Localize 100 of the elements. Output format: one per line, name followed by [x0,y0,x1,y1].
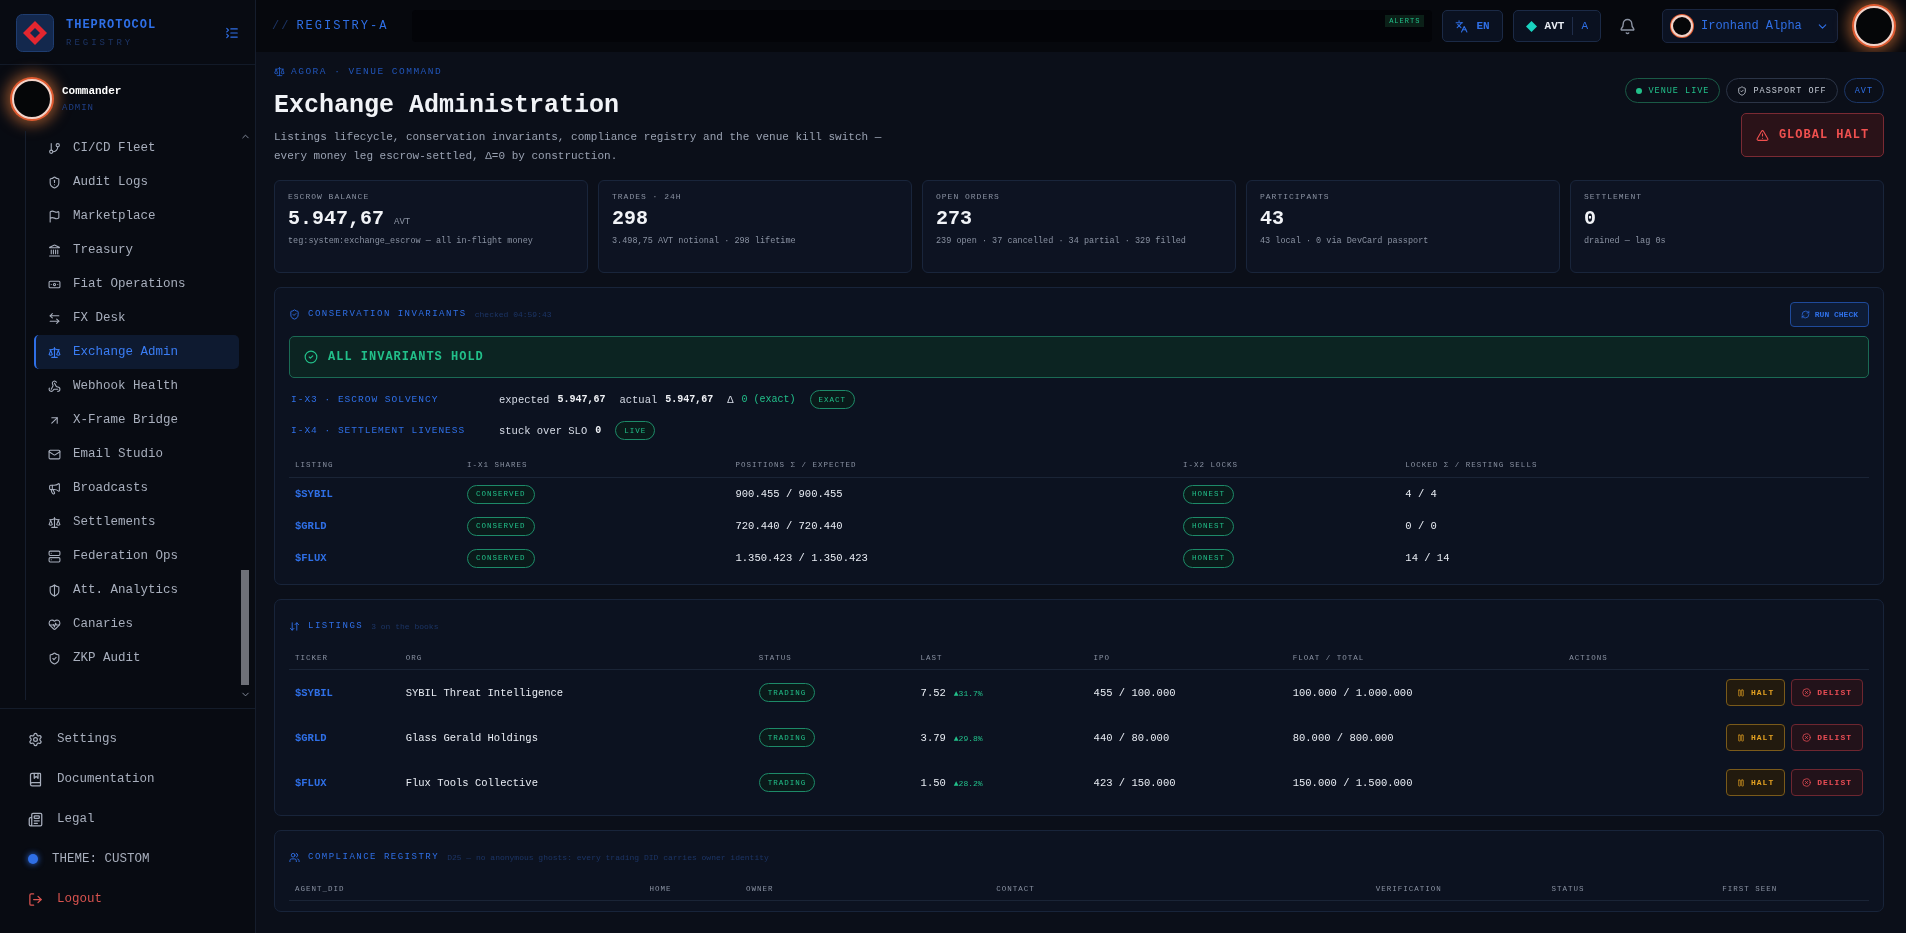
theme-dot-icon [28,854,38,864]
breadcrumb-separator: // [272,19,291,33]
footer-link[interactable]: Documentation [0,759,255,799]
page-description: Listings lifecycle, conservation invariants, compliance registry and the venue kill switch — every money leg escrow-settled, Δ=0 by construction. [274,130,883,164]
footer-link[interactable]: Settings [0,719,255,759]
stat-value: 298 [612,207,648,230]
halt-button[interactable]: HALT [1726,724,1786,751]
ticker-link[interactable]: $SYBIL [295,488,467,500]
global-halt-button[interactable]: GLOBAL HALT [1741,113,1884,157]
shield-icon [48,175,61,189]
delist-button[interactable]: DELIST [1791,679,1863,706]
account-button[interactable]: Ironhand Alpha [1662,9,1838,43]
shield-icon [1737,85,1748,96]
stat-note: teg:system:exchange_escrow — all in-flight money [288,236,534,246]
stat-note: 239 open · 37 cancelled · 34 partial · 329 filled [936,236,1187,246]
language-button[interactable]: EN [1442,10,1503,42]
brand-subtitle: REGISTRY [66,38,135,48]
stat-label: PARTICIPANTS [1260,192,1331,201]
user-role: ADMIN [62,103,95,113]
price-change: ▲31.7% [953,688,983,698]
megaphone-icon [48,481,61,495]
ticker-link[interactable]: $FLUX [295,552,467,564]
diamond-icon [1525,20,1537,32]
table-cell-text: 423 / 150.000 [1093,776,1177,789]
panel-title: COMPLIANCE REGISTRY [308,852,440,862]
collapse-sidebar-icon[interactable] [225,26,239,40]
scrollbar-thumb[interactable] [241,570,249,685]
nav-item[interactable]: FX Desk [34,301,239,335]
nav-item[interactable]: X-Frame Bridge [34,403,239,437]
scale-icon [48,515,61,529]
close-circle-icon [1802,778,1812,787]
halt-button[interactable]: HALT [1726,679,1786,706]
price-change: ▲28.2% [953,778,983,788]
table-cell-text: 0 / 0 [1405,520,1438,532]
nav-item[interactable]: Marketplace [34,199,239,233]
nav-item[interactable]: Webhook Health [34,369,239,403]
stat-note: 3.498,75 AVT notional · 298 lifetime [612,236,797,246]
ticker-link[interactable]: $FLUX [295,776,406,789]
close-circle-icon [1802,688,1812,697]
brand-name: THEPROTOCOL [66,18,158,32]
nav-item[interactable]: Federation Ops [34,539,239,573]
stat-label: OPEN ORDERS [936,192,1001,201]
server-icon [48,549,61,563]
table-cell-text: 440 / 80.000 [1093,731,1171,744]
stat-unit: AVT [394,217,411,227]
nav-item[interactable]: CI/CD Fleet [34,131,239,165]
nav-item[interactable]: Canaries [34,607,239,641]
pause-icon [1737,778,1745,787]
field-label: Δ [727,393,734,406]
status-banner: ALL INVARIANTS HOLD [289,336,1869,378]
nav-item[interactable]: Exchange Admin [34,335,239,369]
stat-note: drained — lag 0s [1584,236,1667,246]
ticker-link[interactable]: $GRLD [295,731,406,744]
nav-item[interactable]: Broadcasts [34,471,239,505]
stat-label: SETTLEMENT [1584,192,1643,201]
ticker-link[interactable]: $GRLD [295,520,467,532]
bank-icon [48,243,61,257]
nav-item[interactable]: Att. Analytics [34,573,239,607]
field-value: 5.947,67 [557,394,606,405]
bell-icon[interactable] [1619,17,1636,35]
field-label: expected [499,393,550,406]
pause-icon [1737,733,1745,742]
field-value: 5.947,67 [665,394,714,405]
stat-value: 273 [936,207,972,230]
nav-item[interactable]: Treasury [34,233,239,267]
refresh-icon [1800,309,1810,319]
halt-button[interactable]: HALT [1726,769,1786,796]
ticker-link[interactable]: $SYBIL [295,686,406,699]
users-icon [289,851,300,863]
stat-label: ESCROW BALANCE [288,192,371,201]
table-cell-text: Glass Gerald Holdings [405,731,539,744]
table-cell-text: 900.455 / 900.455 [735,488,844,500]
nav-item[interactable]: Fiat Operations [34,267,239,301]
check-circle-icon [304,350,318,364]
arrows-icon [48,311,61,325]
table-cell: 3.79 [920,731,946,744]
nav-item[interactable]: Audit Logs [34,165,239,199]
eyebrow-label: AGORA · VENUE COMMAND [291,66,443,77]
footer-link[interactable]: Logout [0,879,255,919]
nav-item[interactable]: ZKP Audit [34,641,239,675]
theme-toggle[interactable]: THEME: CUSTOM [0,839,255,879]
table-cell-text: 720.440 / 720.440 [735,520,844,532]
stat-note: 43 local · 0 via DevCard passport [1260,236,1430,246]
avatar[interactable] [1854,6,1894,46]
avatar [1671,15,1693,37]
stat-value: 0 [1584,207,1596,230]
footer-link[interactable]: Legal [0,799,255,839]
delist-button[interactable]: DELIST [1791,769,1863,796]
logout-icon [28,891,43,907]
invariant-label: I-X3 · ESCROW SOLVENCY [291,394,440,405]
nav-item[interactable]: Settlements [34,505,239,539]
close-circle-icon [1802,733,1812,742]
currency-button[interactable]: AVT A [1512,10,1601,42]
table-cell-text: 1.350.423 / 1.350.423 [735,552,869,564]
scale-icon [274,66,285,77]
mail-icon [48,447,61,461]
delist-button[interactable]: DELIST [1791,724,1863,751]
flag-icon [48,209,61,223]
run-check-button[interactable]: RUN CHECK [1789,301,1869,327]
nav-item[interactable]: Email Studio [34,437,239,471]
